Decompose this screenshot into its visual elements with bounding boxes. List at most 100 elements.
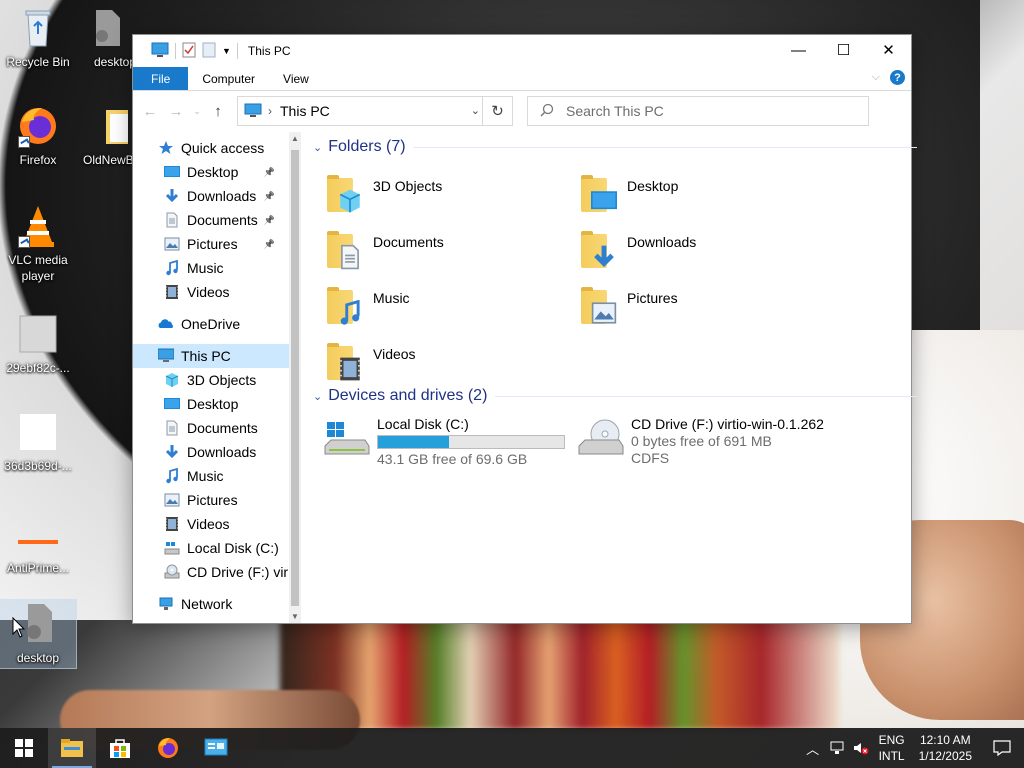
desktop-icon-36d3b69d[interactable]: 36d3b69d-... (0, 410, 76, 474)
nav-item-this-pc[interactable]: This PC (133, 344, 289, 368)
desktop-icon-oldnewb[interactable]: OldNewB (76, 104, 136, 168)
nav-item-label: OneDrive (181, 316, 241, 332)
volume-muted-icon[interactable] (849, 741, 873, 755)
nav-item-label: CD Drive (F:) vir (187, 564, 289, 580)
desktop-icon-desktop[interactable]: desktop (76, 6, 136, 70)
new-folder-icon[interactable] (202, 42, 216, 61)
nav-item-downloads[interactable]: Downloads 📌 (133, 184, 289, 208)
keyboard-layout: INTL (878, 749, 905, 763)
cd-drive-icon (577, 416, 625, 460)
maximize-button[interactable]: ☐ (821, 35, 866, 65)
drive-name: Local Disk (C:) (377, 416, 469, 432)
forward-button[interactable]: → (165, 99, 187, 123)
nav-item-3d-objects[interactable]: 3D Objects (133, 368, 289, 392)
mouse-cursor-icon (12, 617, 26, 638)
drive-tile-cd-drive-f[interactable]: CD Drive (F:) virtio-win-0.1.262 0 bytes … (577, 416, 877, 468)
address-bar[interactable]: › This PC ⌄ ↻ (237, 96, 513, 126)
window-controls: — ☐ ✕ (776, 35, 911, 65)
nav-item-documents[interactable]: Documents 📌 (133, 208, 289, 232)
nav-item-pictures[interactable]: Pictures (133, 488, 289, 512)
start-button[interactable] (0, 728, 48, 768)
folder-tile-3d-objects[interactable]: 3D Objects (323, 172, 573, 224)
minimize-button[interactable]: — (776, 35, 821, 65)
taskbar-store[interactable] (96, 728, 144, 768)
pin-icon: 📌 (263, 190, 275, 201)
folder-tile-pictures[interactable]: Pictures (577, 284, 827, 336)
nav-item-videos[interactable]: Videos (133, 512, 289, 536)
nav-item-music[interactable]: Music (133, 256, 289, 280)
desktop-icon-recycle-bin[interactable]: Recycle Bin (0, 6, 76, 70)
folder-tile-desktop[interactable]: Desktop (577, 172, 827, 224)
breadcrumb-separator-icon: › (268, 104, 272, 118)
shortcut-arrow-icon (18, 236, 30, 248)
folder-name: Documents (373, 234, 444, 250)
taskbar-firefox[interactable] (144, 728, 192, 768)
pin-icon: 📌 (263, 238, 275, 249)
file-explorer-icon (61, 739, 83, 757)
scroll-down-arrow-icon[interactable]: ▼ (289, 612, 301, 621)
videos-icon (163, 516, 181, 532)
customize-toolbar-chevron-icon[interactable]: ▼ (222, 46, 231, 56)
cd-drive-icon (163, 564, 181, 580)
close-button[interactable]: ✕ (866, 35, 911, 65)
scroll-up-arrow-icon[interactable]: ▲ (289, 134, 301, 143)
nav-item-network[interactable]: Network (133, 592, 289, 616)
desktop-icon-antiprime[interactable]: AntiPrime... (0, 512, 76, 576)
nav-item-local-disk-c[interactable]: Local Disk (C:) (133, 536, 289, 560)
desktop-icon-29ebf82c[interactable]: 29ebf82c-... (0, 312, 76, 376)
desktop-icon (163, 164, 181, 180)
tab-view[interactable]: View (269, 67, 323, 90)
address-dropdown-chevron-icon[interactable]: ⌄ (471, 104, 480, 117)
breadcrumb-this-pc[interactable]: This PC (280, 103, 330, 119)
quick-access-toolbar: ▼ (133, 42, 238, 61)
nav-item-label: Network (181, 596, 233, 612)
folder-tile-documents[interactable]: Documents (323, 228, 573, 280)
action-center-button[interactable] (980, 728, 1024, 768)
properties-icon[interactable] (182, 42, 196, 61)
collapse-chevron-icon[interactable]: ⌄ (313, 141, 322, 154)
search-input[interactable]: Search This PC (527, 96, 869, 126)
network-icon[interactable] (825, 741, 849, 755)
clock[interactable]: 12:10 AM 1/12/2025 (911, 732, 980, 764)
folder-tile-music[interactable]: Music (323, 284, 573, 336)
desktop-icon-firefox[interactable]: Firefox (0, 104, 76, 168)
scrollbar-thumb[interactable] (291, 150, 299, 606)
nav-item-pictures[interactable]: Pictures 📌 (133, 232, 289, 256)
folders-group-header[interactable]: ⌄ Folders (7) (313, 138, 917, 156)
drive-tile-local-disk-c[interactable]: Local Disk (C:) 43.1 GB free of 69.6 GB (323, 416, 573, 468)
nav-item-label: Local Disk (C:) (187, 540, 279, 556)
folder-name: Videos (373, 346, 416, 362)
nav-item-videos[interactable]: Videos (133, 280, 289, 304)
expand-ribbon-chevron-icon[interactable]: ⌵ (872, 71, 880, 84)
nav-item-cd-drive-f-vir[interactable]: CD Drive (F:) vir (133, 560, 289, 584)
nav-item-quick-access[interactable]: Quick access (133, 136, 289, 160)
tab-file[interactable]: File (133, 67, 189, 90)
folder-icon (84, 104, 128, 148)
local-disk-icon (323, 416, 371, 460)
tab-computer[interactable]: Computer (188, 67, 269, 90)
nav-item-onedrive[interactable]: OneDrive (133, 312, 289, 336)
help-icon[interactable]: ? (890, 70, 905, 85)
taskbar-file-explorer[interactable] (48, 728, 96, 768)
recent-locations-chevron-icon[interactable]: ⌄ (191, 99, 203, 123)
refresh-button[interactable]: ↻ (482, 97, 512, 125)
nav-item-music[interactable]: Music (133, 464, 289, 488)
nav-item-downloads[interactable]: Downloads (133, 440, 289, 464)
collapse-chevron-icon[interactable]: ⌄ (313, 390, 322, 403)
taskbar-control-panel[interactable] (192, 728, 240, 768)
navigation-scrollbar[interactable]: ▲ ▼ (289, 132, 301, 623)
folder-tile-videos[interactable]: Videos (323, 340, 573, 392)
notification-icon (993, 740, 1011, 756)
nav-item-documents[interactable]: Documents (133, 416, 289, 440)
nav-item-label: Videos (187, 284, 230, 300)
folder-tile-downloads[interactable]: Downloads (577, 228, 827, 280)
title-bar[interactable]: ▼ This PC — ☐ ✕ (133, 35, 911, 67)
file-explorer-window: ▼ This PC — ☐ ✕ File Computer View ⌵ ? ←… (132, 34, 917, 624)
input-language-indicator[interactable]: ENG INTL (873, 732, 911, 764)
desktop-icon-vlc[interactable]: VLC media player (0, 204, 76, 284)
nav-item-desktop[interactable]: Desktop (133, 392, 289, 416)
back-button[interactable]: ← (139, 99, 161, 123)
up-button[interactable]: ↑ (207, 99, 229, 123)
show-hidden-icons-chevron-icon[interactable]: ︿ (801, 739, 825, 758)
nav-item-desktop[interactable]: Desktop 📌 (133, 160, 289, 184)
